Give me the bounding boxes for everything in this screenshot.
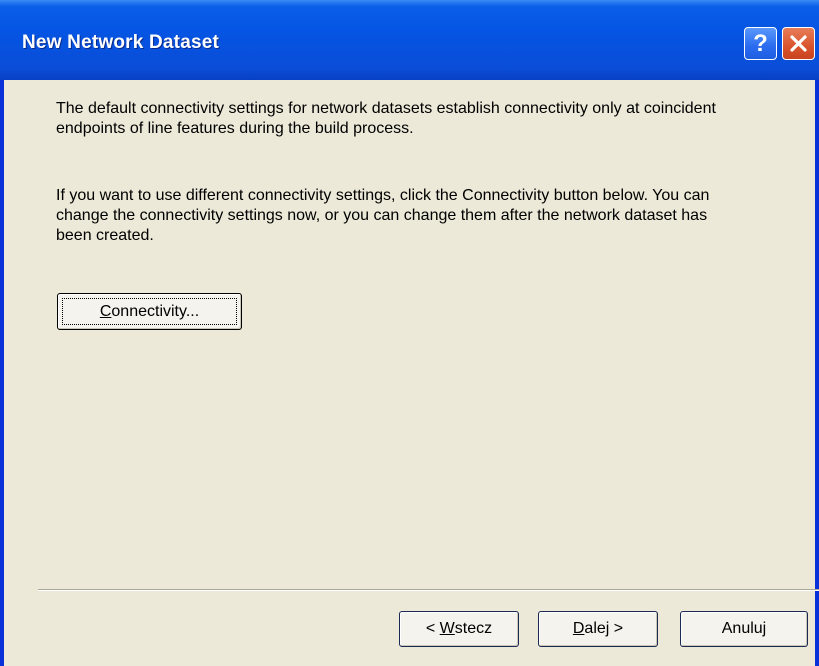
window-title: New Network Dataset — [22, 32, 220, 53]
cancel-button-label: Anuluj — [721, 620, 767, 637]
title-bar[interactable]: New Network Dataset ? — [0, 0, 819, 80]
connectivity-button-label: Connectivity... — [99, 302, 200, 320]
footer-separator — [38, 589, 819, 591]
back-button-label: < Wstecz — [425, 620, 493, 637]
close-button[interactable] — [782, 27, 815, 60]
cancel-button[interactable]: Anuluj — [680, 611, 808, 647]
back-button[interactable]: < Wstecz — [399, 611, 519, 647]
close-icon — [790, 35, 807, 52]
help-button[interactable]: ? — [744, 27, 777, 60]
instruction-paragraph: If you want to use different connectivit… — [56, 187, 710, 244]
next-button-label: Dalej > — [572, 620, 624, 637]
description-paragraph: The default connectivity settings for ne… — [56, 100, 716, 137]
new-network-dataset-dialog: New Network Dataset ? The default connec… — [0, 0, 819, 666]
help-icon: ? — [753, 29, 768, 57]
connectivity-button[interactable]: Connectivity... — [57, 293, 242, 330]
next-button[interactable]: Dalej > — [538, 611, 658, 647]
